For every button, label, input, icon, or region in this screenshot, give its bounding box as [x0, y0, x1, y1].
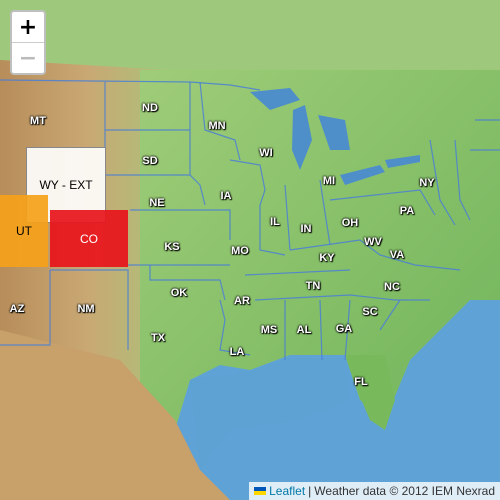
state-label-ks: KS	[164, 241, 180, 253]
overlay-co[interactable]: CO	[50, 210, 128, 267]
state-label-il: IL	[270, 216, 280, 228]
state-label-nm: NM	[77, 303, 95, 315]
state-label-pa: PA	[399, 205, 415, 217]
zoom-out-button[interactable]: −	[12, 42, 44, 73]
ukraine-flag-icon	[254, 487, 267, 495]
state-label-az: AZ	[9, 303, 25, 315]
state-label-fl: FL	[354, 376, 368, 388]
overlay-ut[interactable]: UT	[0, 195, 48, 267]
state-label-tn: TN	[305, 280, 321, 292]
state-label-la: LA	[229, 346, 245, 358]
state-label-mi: MI	[322, 175, 336, 187]
state-label-tx: TX	[150, 332, 166, 344]
state-label-ms: MS	[260, 324, 278, 336]
state-label-nd: ND	[142, 102, 158, 114]
state-label-wv: WV	[364, 236, 382, 248]
state-label-mt: MT	[30, 115, 46, 127]
state-label-oh: OH	[341, 217, 359, 229]
state-label-ar: AR	[234, 295, 250, 307]
attribution-separator: |	[308, 484, 312, 498]
state-label-sc: SC	[362, 306, 378, 318]
attribution-text: Weather data © 2012 IEM Nexrad	[314, 484, 495, 498]
zoom-control: + −	[10, 10, 46, 75]
state-label-al: AL	[296, 324, 312, 336]
state-label-va: VA	[389, 249, 405, 261]
state-label-sd: SD	[142, 155, 158, 167]
state-label-mo: MO	[231, 245, 249, 257]
overlay-wy-ext-label: WY - EXT	[39, 178, 93, 192]
state-label-wi: WI	[259, 147, 273, 159]
state-label-ok: OK	[170, 287, 188, 299]
overlay-co-label: CO	[80, 231, 98, 246]
state-label-ga: GA	[335, 323, 353, 335]
state-label-ne: NE	[149, 197, 165, 209]
map-canvas[interactable]: WY - EXT UT CO MT ND MN SD WI MI NY NE I…	[0, 0, 500, 500]
leaflet-link[interactable]: Leaflet	[269, 484, 305, 498]
state-label-ky: KY	[319, 252, 335, 264]
state-label-nc: NC	[384, 281, 400, 293]
state-label-mn: MN	[208, 120, 226, 132]
zoom-in-button[interactable]: +	[12, 12, 44, 42]
overlay-ut-label: UT	[16, 224, 32, 238]
state-label-in: IN	[300, 223, 312, 235]
state-label-ny: NY	[419, 177, 435, 189]
attribution-bar: Leaflet | Weather data © 2012 IEM Nexrad	[249, 482, 500, 500]
state-label-ia: IA	[220, 190, 232, 202]
